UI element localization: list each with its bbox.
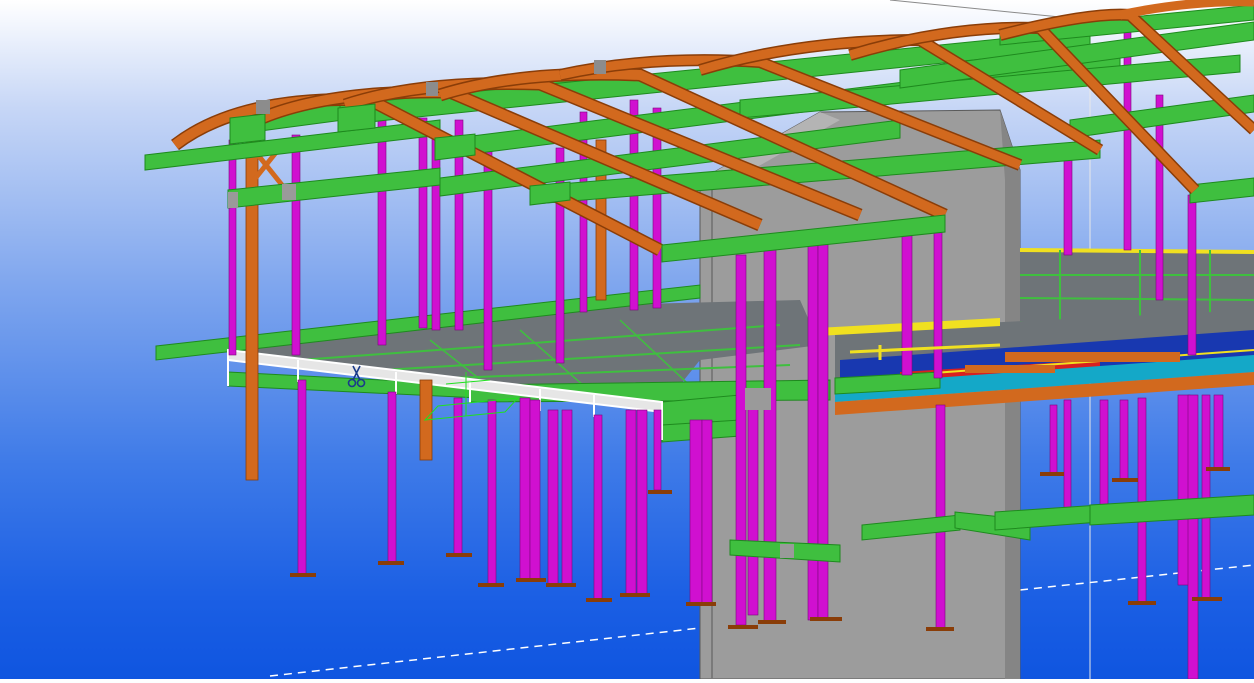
column[interactable] xyxy=(653,409,662,491)
column[interactable] xyxy=(1123,29,1132,251)
base-plate xyxy=(728,625,758,629)
column[interactable] xyxy=(487,399,497,586)
purlin[interactable] xyxy=(1189,177,1254,204)
base-plate xyxy=(1112,478,1138,482)
column[interactable] xyxy=(593,414,603,601)
column[interactable] xyxy=(529,399,541,581)
column[interactable] xyxy=(817,239,829,621)
base-plate xyxy=(810,617,842,621)
column[interactable] xyxy=(747,389,759,616)
column[interactable] xyxy=(387,391,397,563)
base-plate xyxy=(1128,601,1156,605)
column[interactable] xyxy=(1063,159,1073,256)
column[interactable] xyxy=(519,397,531,581)
column[interactable] xyxy=(1187,194,1197,356)
column[interactable] xyxy=(901,229,913,376)
column[interactable] xyxy=(377,119,387,346)
base-plate xyxy=(478,583,504,587)
base-plate xyxy=(1192,597,1222,601)
base-plate xyxy=(290,573,316,577)
base-plate xyxy=(586,598,612,602)
column[interactable] xyxy=(1063,399,1072,516)
column[interactable] xyxy=(1137,397,1147,604)
column[interactable] xyxy=(933,227,943,379)
base-plate xyxy=(926,627,954,631)
base-plate xyxy=(758,620,786,624)
column[interactable] xyxy=(735,254,747,626)
column[interactable] xyxy=(625,409,637,596)
column[interactable] xyxy=(1049,404,1058,476)
column[interactable] xyxy=(636,409,648,596)
column[interactable] xyxy=(297,379,307,576)
column[interactable] xyxy=(453,397,463,557)
column[interactable] xyxy=(291,134,301,356)
column[interactable] xyxy=(1099,399,1109,511)
column[interactable] xyxy=(547,409,559,586)
column[interactable] xyxy=(763,247,777,624)
base-plate xyxy=(516,578,546,582)
base-plate xyxy=(686,602,716,606)
column[interactable] xyxy=(807,239,819,621)
column[interactable] xyxy=(418,117,428,329)
column[interactable] xyxy=(689,419,703,606)
column[interactable] xyxy=(1119,399,1129,481)
base-plate xyxy=(1040,472,1064,476)
column[interactable] xyxy=(561,409,573,586)
column[interactable] xyxy=(1213,394,1224,471)
base-plate xyxy=(546,583,576,587)
model-viewport[interactable] xyxy=(0,0,1254,680)
column[interactable] xyxy=(1187,394,1199,680)
base-plate xyxy=(378,561,404,565)
column[interactable] xyxy=(701,419,713,606)
column[interactable] xyxy=(228,139,237,356)
base-plate xyxy=(446,553,472,557)
base-plate xyxy=(1206,467,1230,471)
base-plate xyxy=(648,490,672,494)
base-plate xyxy=(620,593,650,597)
structure-model[interactable] xyxy=(0,0,1254,680)
